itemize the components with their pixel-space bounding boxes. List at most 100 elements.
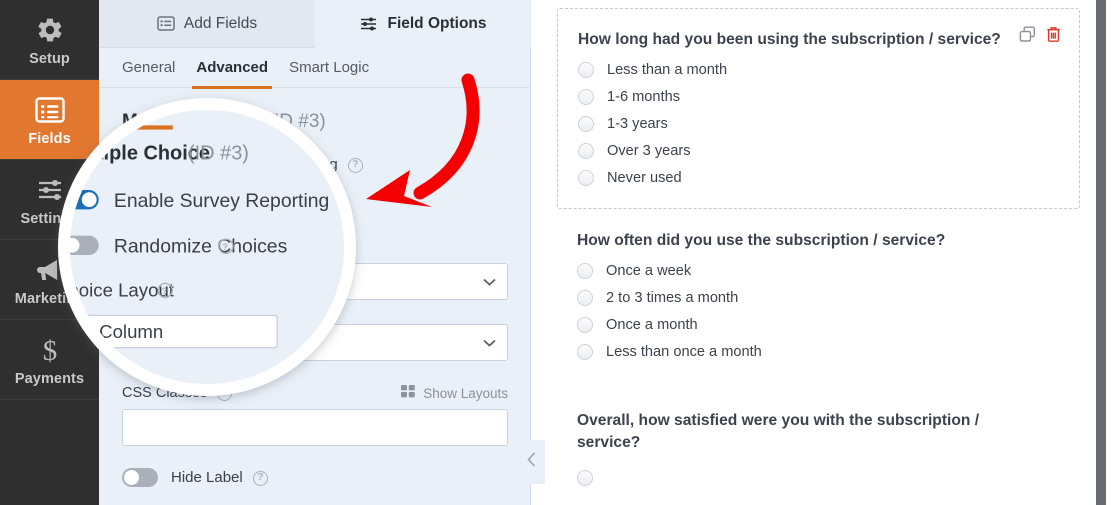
help-icon[interactable]: ? [217,385,233,401]
sidebar-item-setup[interactable]: Setup [0,0,99,80]
form-preview-pane: How long had you been using the subscrip… [531,0,1106,505]
choice-item[interactable] [577,469,1060,486]
sidebar-item-payments[interactable]: $ Payments [0,320,99,400]
radio-icon[interactable] [578,170,594,187]
panel-tab-bar: Add Fields Field Options [99,0,531,48]
chevron-left-icon [526,452,536,472]
field-label: How often did you use the subscription /… [577,232,946,250]
choice-item[interactable]: Over 3 years [578,143,1059,160]
choice-layout-value: One Column [134,273,216,290]
toggle-randomize-choices[interactable] [122,196,158,215]
tab-label: Field Options [387,14,487,32]
preview-field-block[interactable]: How often did you use the subscription /… [557,209,1080,382]
choice-item[interactable]: Once a month [577,317,1060,334]
choice-layout-label-text: Choice Layout [122,239,215,255]
toggle-knob [141,157,156,172]
radio-icon[interactable] [578,116,594,133]
choice-layout-label: Choice Layout ? [122,239,508,255]
sidebar-item-marketing[interactable]: Marketing [0,240,99,320]
choice-item[interactable]: 2 to 3 times a month [577,290,1060,307]
sliders-icon [35,173,65,207]
css-classes-label-text: CSS Classes [122,385,208,401]
duplicate-icon[interactable] [1019,26,1036,43]
choice-label: 2 to 3 times a month [606,290,739,307]
toggle-label-text: Enable Survey Reporting [171,156,338,173]
options-icon [359,16,378,32]
radio-icon[interactable] [577,290,593,307]
toggle-enable-survey-reporting[interactable] [122,155,158,174]
advanced-options-form: Multiple Choice (ID #3) Enable Survey Re… [99,89,531,505]
choice-item[interactable]: Less than once a month [577,344,1060,361]
choice-label: Less than once a month [606,344,762,361]
radio-icon[interactable] [578,143,594,160]
radio-icon[interactable] [577,469,593,486]
radio-icon[interactable] [577,317,593,334]
choice-item[interactable]: Less than a month [578,62,1059,79]
row-enable-survey-reporting: Enable Survey Reporting ? [122,155,508,174]
help-icon[interactable]: ? [315,198,331,214]
choices-list: Once a week 2 to 3 times a month Once a … [577,263,1060,361]
field-title-text: Multiple Choice [122,111,263,132]
fields-icon [157,16,175,31]
radio-icon[interactable] [577,263,593,280]
panel-subtab-bar: General Advanced Smart Logic [99,48,531,89]
field-options-panel: Add Fields Field Options General Advance… [99,0,531,505]
choice-label: Over 3 years [607,143,691,160]
choice-item[interactable]: 1-6 months [578,89,1059,106]
radio-icon[interactable] [578,62,594,79]
field-title: Multiple Choice (ID #3) [122,89,508,133]
subtab-advanced[interactable]: Advanced [192,59,272,89]
choice-label: Once a month [606,317,698,334]
toggle-knob [124,470,139,485]
field-label: How long had you been using the subscrip… [578,31,1001,48]
choice-layout-select[interactable]: One Column [122,263,508,300]
toggle-label: Enable Survey Reporting ? [171,156,363,173]
choice-label: 1-6 months [607,89,681,106]
toggle-label-text: Hide Label [171,469,243,486]
sidebar-item-label: Payments [14,370,85,387]
megaphone-icon [35,253,65,287]
trash-icon[interactable] [1046,26,1061,43]
css-classes-input[interactable] [122,409,508,446]
sidebar-item-label: Fields [28,130,71,147]
preview-scrollbar[interactable] [1096,0,1106,505]
radio-icon[interactable] [578,89,594,106]
sidebar-item-settings[interactable]: Settings [0,160,99,240]
choice-item[interactable]: Once a week [577,263,1060,280]
gear-icon [36,13,64,47]
show-layouts-label: Show Layouts [423,385,508,401]
help-icon[interactable]: ? [224,239,240,255]
help-icon[interactable]: ? [252,470,268,486]
app-root: Setup Fields Settings Marketing $ Paymen… [0,0,1116,505]
choice-label: Once a week [606,263,692,280]
secondary-select[interactable] [122,324,508,361]
toggle-hide-label[interactable] [122,468,158,487]
subtab-general[interactable]: General [122,59,175,89]
choice-label: Never used [607,170,682,187]
tab-field-options[interactable]: Field Options [315,0,531,48]
dollar-icon: $ [37,333,63,367]
radio-icon[interactable] [577,344,593,361]
sidebar-item-fields[interactable]: Fields [0,80,99,160]
toggle-knob [124,198,139,213]
sidebar-item-label: Settings [20,210,79,227]
tab-add-fields[interactable]: Add Fields [99,0,315,48]
row-randomize-choices: Randomize Choices ? [122,196,508,215]
collapse-panel-button[interactable] [517,440,545,484]
list-icon [34,93,65,127]
choice-item[interactable]: 1-3 years [578,116,1059,133]
css-classes-label: CSS Classes ? [122,385,233,401]
subtab-smart-logic[interactable]: Smart Logic [289,59,369,89]
row-hide-label: Hide Label ? [122,468,508,487]
choice-item[interactable]: Never used [578,170,1059,187]
sidebar-item-label: Setup [29,50,70,67]
preview-field-block[interactable]: How long had you been using the subscrip… [557,8,1080,210]
preview-field-block[interactable]: Overall, how satisfied were you with the… [557,382,1080,505]
main-sidebar: Setup Fields Settings Marketing $ Paymen… [0,0,99,505]
help-icon[interactable]: ? [347,157,363,173]
form-preview-list: How long had you been using the subscrip… [531,0,1106,505]
choice-label: 1-3 years [607,116,668,133]
chevron-down-icon [483,274,496,290]
show-layouts-button[interactable]: Show Layouts [401,385,508,401]
toggle-label: Hide Label ? [171,469,268,486]
